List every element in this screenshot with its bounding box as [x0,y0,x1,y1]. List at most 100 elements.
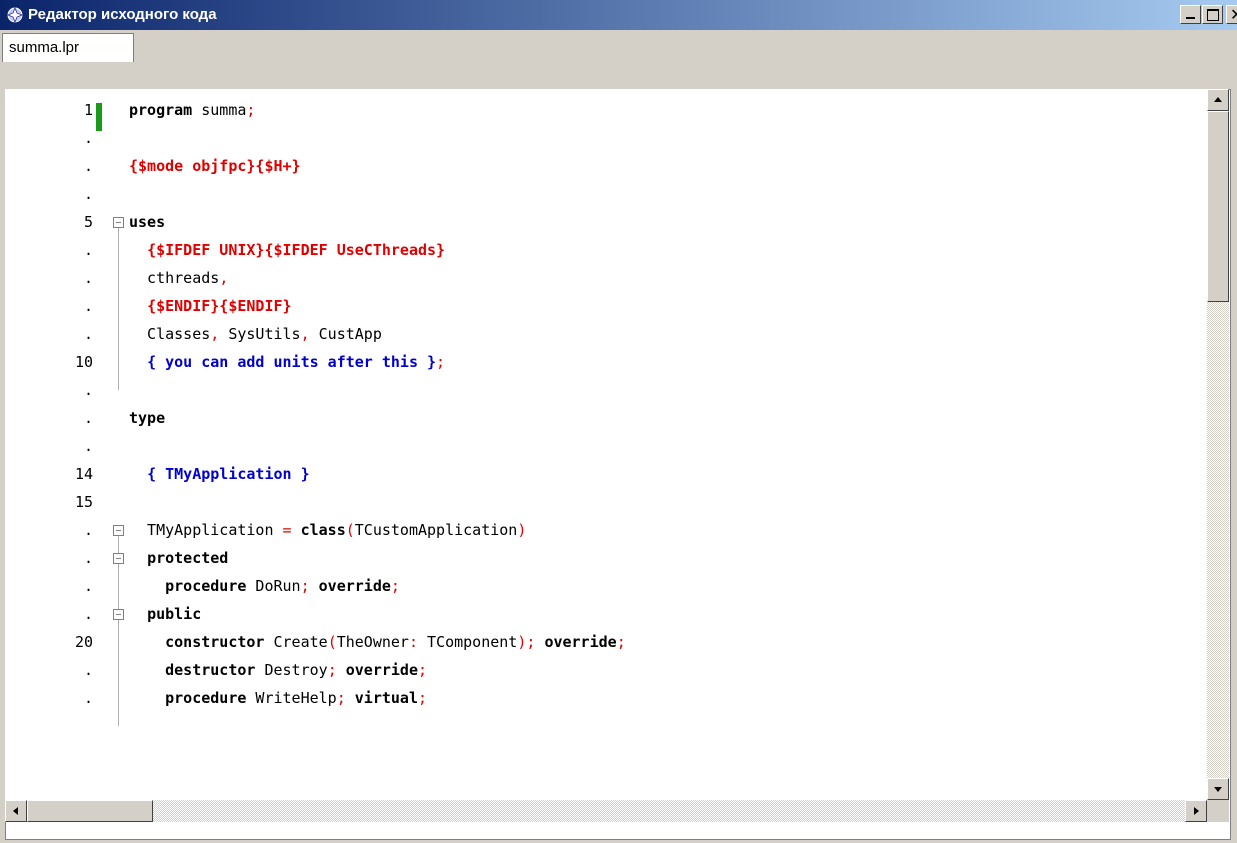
code-text[interactable]: { you can add units after this }; [129,348,445,376]
code-token: summa [192,101,247,119]
maximize-button[interactable] [1202,5,1223,24]
code-text[interactable]: program summa; [129,96,255,124]
close-icon: ✕ [1230,5,1237,24]
code-line[interactable]: . type [5,404,1209,432]
code-line[interactable]: 10 { you can add units after this }; [5,348,1209,376]
code-token: ; [418,661,428,679]
code-line[interactable]: . TMyApplication = class(TCustomApplicat… [5,516,1209,544]
app-icon [6,6,24,24]
fold-toggle-icon[interactable] [113,525,124,536]
code-text[interactable]: procedure DoRun; override; [129,572,400,600]
code-text[interactable]: cthreads, [129,264,228,292]
fold-guide-line [118,564,119,614]
code-line[interactable]: . [5,376,1209,404]
code-text[interactable]: {$IFDEF UNIX}{$IFDEF UseCThreads} [129,236,445,264]
code-token: type [129,409,166,427]
code-token: WriteHelp [246,689,337,707]
code-line[interactable]: 5 uses [5,208,1209,236]
code-token: Destroy [255,661,328,679]
code-line[interactable]: 1 program summa; [5,96,1209,124]
code-line[interactable]: . cthreads, [5,264,1209,292]
code-token: program [129,101,193,119]
line-number: 1 [83,101,93,119]
code-line[interactable]: . destructor Destroy; override; [5,656,1209,684]
fold-toggle-icon[interactable] [113,609,124,620]
line-number: . [83,689,93,707]
code-line[interactable]: 20 constructor Create(TheOwner: TCompone… [5,628,1209,656]
code-line[interactable]: . procedure DoRun; override; [5,572,1209,600]
code-token: uses [129,213,166,231]
line-number: . [83,577,93,595]
title-bar[interactable]: Редактор исходного кода ✕ [0,0,1237,30]
maximize-icon [1207,9,1219,21]
code-token: {$IFDEF UNIX}{$IFDEF UseCThreads} [147,241,446,259]
code-text[interactable]: {$mode objfpc}{$H+} [129,152,301,180]
line-number: . [83,297,93,315]
code-line[interactable]: . [5,124,1209,152]
code-token: DoRun [246,577,301,595]
code-text[interactable]: destructor Destroy; override; [129,656,427,684]
scroll-up-button[interactable] [1207,89,1229,111]
code-token: ( [327,633,337,651]
fold-toggle-icon[interactable] [113,217,124,228]
code-token: ; [436,353,446,371]
code-text[interactable]: {$ENDIF}{$ENDIF} [129,292,292,320]
horizontal-scroll-thumb[interactable] [27,800,153,822]
minimize-icon [1186,17,1195,19]
horizontal-scrollbar[interactable] [5,800,1207,822]
code-text[interactable]: TMyApplication = class(TCustomApplicatio… [129,516,526,544]
code-text[interactable]: { TMyApplication } [129,460,310,488]
code-token: override [318,577,391,595]
code-token: destructor [165,661,256,679]
code-token: cthreads [129,269,220,287]
line-number: . [83,325,93,343]
tab-summa-lpr[interactable]: summa.lpr [2,33,134,62]
code-text[interactable]: public [129,600,201,628]
code-line[interactable]: . Classes, SysUtils, CustApp [5,320,1209,348]
code-text[interactable]: protected [129,544,228,572]
code-line[interactable]: . [5,180,1209,208]
code-token: ( [345,521,355,539]
arrow-down-icon [1214,787,1222,792]
minimize-button[interactable] [1180,5,1201,24]
code-line[interactable]: . {$mode objfpc}{$H+} [5,152,1209,180]
line-number: . [83,381,93,399]
arrow-up-icon [1214,97,1222,102]
code-token: procedure [165,577,247,595]
code-line[interactable]: 14 { TMyApplication } [5,460,1209,488]
vertical-scroll-thumb[interactable] [1207,111,1229,302]
code-text[interactable]: Classes, SysUtils, CustApp [129,320,382,348]
fold-guide-line [118,620,119,726]
code-token: ; [336,689,346,707]
code-text[interactable]: type [129,404,165,432]
tab-label: summa.lpr [9,39,80,56]
code-line[interactable]: . [5,432,1209,460]
code-line[interactable]: 15 [5,488,1209,516]
code-line[interactable]: . procedure WriteHelp; virtual; [5,684,1209,712]
line-number: 15 [74,493,93,511]
scroll-right-button[interactable] [1185,800,1207,822]
code-token: { TMyApplication } [147,465,310,483]
code-text[interactable]: constructor Create(TheOwner: TComponent)… [129,628,626,656]
code-token: Create [264,633,328,651]
close-button[interactable]: ✕ [1226,5,1237,24]
code-line[interactable]: . {$IFDEF UNIX}{$IFDEF UseCThreads} [5,236,1209,264]
code-text[interactable]: procedure WriteHelp; virtual; [129,684,427,712]
source-editor[interactable]: 1 program summa;.. {$mode objfpc}{$H+}. 5 us… [5,89,1209,800]
line-number: . [83,185,93,203]
code-token: , [210,325,220,343]
code-text[interactable]: uses [129,208,165,236]
code-token: TheOwner [336,633,409,651]
code-line[interactable]: . public [5,600,1209,628]
scroll-left-button[interactable] [5,800,27,822]
line-number: . [83,521,93,539]
code-line[interactable]: . protected [5,544,1209,572]
scroll-down-button[interactable] [1207,778,1229,800]
code-line[interactable]: . {$ENDIF}{$ENDIF} [5,292,1209,320]
fold-toggle-icon[interactable] [113,553,124,564]
